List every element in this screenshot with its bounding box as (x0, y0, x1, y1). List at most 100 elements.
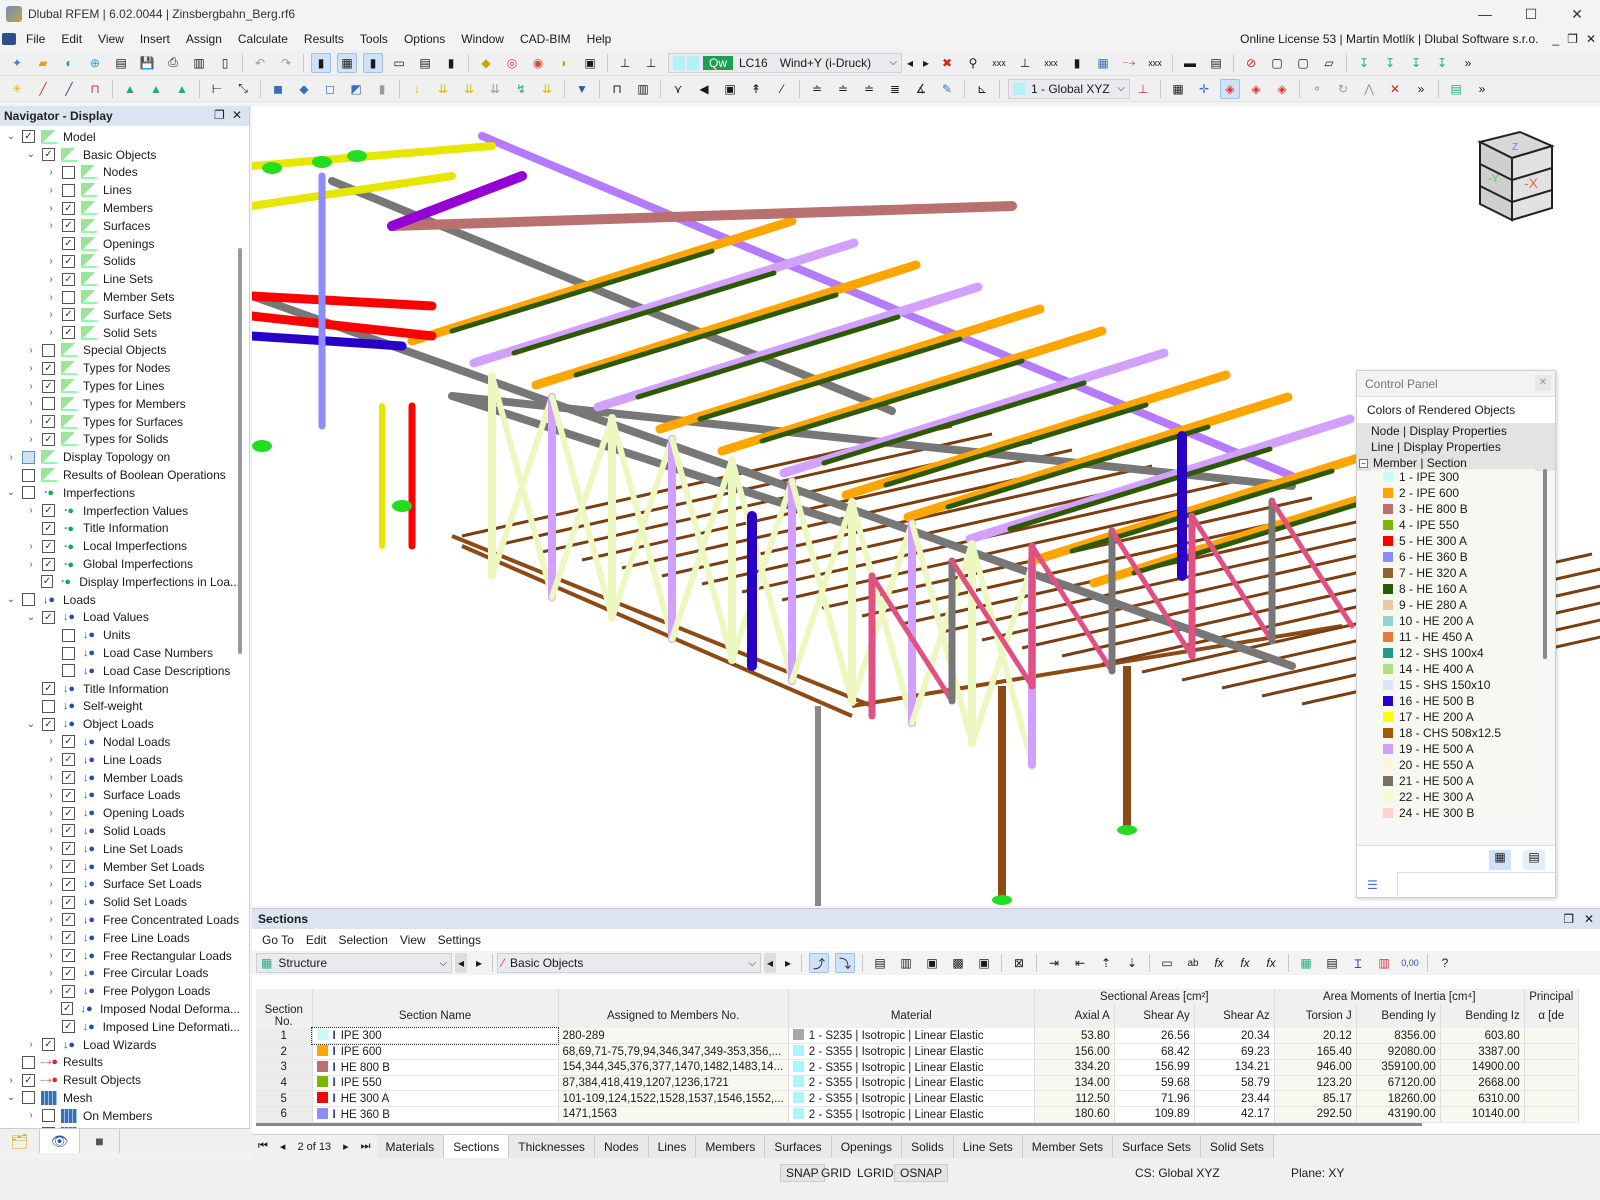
section-color-item[interactable]: 1 - IPE 300 (1371, 469, 1535, 485)
checkbox[interactable]: ✓ (42, 432, 55, 446)
cell-section-no[interactable]: 3 (256, 1059, 313, 1076)
snap-grid-icon[interactable]: ✛ (1194, 79, 1214, 99)
tree-item[interactable]: › ✓ ↓● Nodal Loads (0, 733, 240, 751)
checkbox[interactable]: ✓ (62, 895, 75, 909)
cell-alpha[interactable] (1524, 1106, 1579, 1123)
tree-item[interactable]: › ✓ Types for Solids (0, 431, 240, 449)
cell-torsion[interactable]: 85.17 (1274, 1090, 1357, 1107)
tree-item[interactable]: › Lines (0, 181, 240, 199)
cell-axial-area[interactable]: 112.50 (1034, 1090, 1115, 1107)
color-swatch[interactable] (1383, 520, 1393, 530)
move-icon[interactable]: ⚬ (1307, 79, 1327, 99)
cell-torsion[interactable]: 20.12 (1274, 1028, 1357, 1045)
load-surface-icon[interactable]: ▦ (1093, 53, 1113, 73)
table-view-1-icon[interactable]: ▤ (870, 953, 890, 973)
color-swatch[interactable] (1383, 792, 1393, 802)
cell-bending-y[interactable]: 18260.00 (1356, 1090, 1441, 1107)
cell-bending-z[interactable]: 2668.00 (1440, 1075, 1525, 1092)
chevron-right-icon[interactable]: › (46, 309, 56, 320)
select-box-icon[interactable]: ▣ (580, 53, 600, 73)
chevron-right-icon[interactable]: › (46, 790, 56, 801)
move-down-icon[interactable]: ⇣ (1122, 953, 1142, 973)
control-panel-scrollbar[interactable] (1543, 469, 1547, 659)
checkbox[interactable]: ✓ (61, 1002, 74, 1016)
dimension-icon[interactable]: ⊢ (207, 79, 227, 99)
view-z-icon[interactable]: ↧ (1406, 53, 1426, 73)
cell-torsion[interactable]: 292.50 (1274, 1106, 1357, 1123)
excel-export-icon[interactable]: ▦ (1296, 953, 1316, 973)
color-swatch[interactable] (1383, 536, 1393, 546)
deform-icon[interactable]: ⋎ (668, 79, 688, 99)
line-load-icon[interactable]: ⇊ (459, 79, 479, 99)
tree-item[interactable]: › ✓ ↓● Line Loads (0, 751, 240, 769)
close-button[interactable]: ✕ (1554, 0, 1600, 28)
tab-lines[interactable]: Lines (648, 1135, 697, 1158)
chevron-right-icon[interactable]: › (46, 220, 56, 231)
nodal-load-icon[interactable]: ↓ (407, 79, 427, 99)
checkbox[interactable]: ✓ (42, 682, 55, 696)
chevron-right-icon[interactable]: › (46, 808, 56, 819)
delete-rows-icon[interactable]: ⊠ (1009, 953, 1029, 973)
arrow-up-icon[interactable]: ↟ (746, 79, 766, 99)
checkbox[interactable]: ✓ (42, 379, 55, 393)
cell-torsion[interactable]: 123.20 (1274, 1075, 1357, 1092)
cell-section-name[interactable]: I HE 300 A (312, 1090, 559, 1107)
cell-shear-area-z[interactable]: 58.79 (1194, 1075, 1275, 1092)
cell-bending-z[interactable]: 14900.00 (1440, 1059, 1525, 1076)
workplane-xz-icon[interactable]: ◈ (1272, 79, 1292, 99)
tree-item[interactable]: ↓● Load Case Numbers (0, 644, 240, 662)
section-color-item[interactable]: 24 - HE 300 B (1371, 805, 1535, 821)
decimal-places-icon[interactable]: 0,00 (1400, 953, 1420, 973)
tree-item[interactable]: › ✓ ↓● Load Wizards (0, 1036, 240, 1054)
frame-icon[interactable]: ⊓ (607, 79, 627, 99)
chevron-right-icon[interactable]: › (46, 932, 56, 943)
cell-material[interactable]: 2 - S355 | Isotropic | Linear Elastic (788, 1090, 1035, 1107)
load-prev-icon[interactable]: ⊥ (615, 53, 635, 73)
select-circle-icon[interactable]: ◉ (528, 53, 548, 73)
solid-icon[interactable]: ◆ (294, 79, 314, 99)
align-1-icon[interactable]: ≐ (807, 79, 827, 99)
checkbox[interactable]: ✓ (42, 361, 55, 375)
checkbox[interactable]: ✓ (62, 913, 75, 927)
menu-calculate[interactable]: Calculate (230, 32, 296, 46)
cell-assigned-members[interactable]: 280-289 (558, 1028, 789, 1045)
group-node-display[interactable]: Node | Display Properties (1357, 423, 1555, 439)
load-solid-icon[interactable]: ▮ (1067, 53, 1087, 73)
checkbox[interactable] (22, 486, 35, 500)
save-icon[interactable]: 💾 (137, 53, 157, 73)
checkbox[interactable]: ✓ (42, 1038, 55, 1052)
cell-alpha[interactable] (1524, 1059, 1579, 1076)
calc-icon[interactable]: ▤ (1446, 79, 1466, 99)
section-browser-icon[interactable]: ▥ (1374, 953, 1394, 973)
tree-item[interactable]: › ✓ ꞏ● Local Imperfections (0, 537, 240, 555)
chevron-right-icon[interactable]: › (46, 274, 56, 285)
load-display-icon[interactable]: ⊥ (1015, 53, 1035, 73)
section-color-item[interactable]: 18 - CHS 508x12.5 (1371, 725, 1535, 741)
first-page-button[interactable]: ⏮ (252, 1135, 274, 1158)
delete-row-icon[interactable]: ⇤ (1070, 953, 1090, 973)
cell-shear-area-y[interactable]: 156.99 (1114, 1059, 1195, 1076)
table-view-2-icon[interactable]: ▥ (896, 953, 916, 973)
checkbox[interactable] (62, 664, 75, 678)
more-tools-3-icon[interactable]: » (1472, 79, 1492, 99)
grid-frame-icon[interactable]: ▥ (633, 79, 653, 99)
table-horizontal-scrollbar[interactable] (256, 1123, 1422, 1126)
checkbox[interactable]: ✓ (62, 308, 75, 322)
cell-assigned-members[interactable]: 1471,1563 (558, 1106, 789, 1123)
formula-3-icon[interactable]: fx (1261, 953, 1281, 973)
nodal-support-icon[interactable]: ▲ (120, 79, 140, 99)
load-next-icon[interactable]: ⊥ (641, 53, 661, 73)
section-properties-icon[interactable]: Ɪ (1348, 953, 1368, 973)
cell-section-name[interactable]: I IPE 600 (312, 1043, 559, 1060)
member-load-icon[interactable]: ⇊ (433, 79, 453, 99)
checkbox[interactable]: ✓ (42, 610, 55, 624)
table-view-4-icon[interactable]: ▩ (948, 953, 968, 973)
formula-2-icon[interactable]: fx (1235, 953, 1255, 973)
tab-nodes[interactable]: Nodes (594, 1135, 649, 1158)
filter2-prev-button[interactable]: ◂ (764, 953, 776, 973)
tree-item[interactable]: › ✓ ↓● Free Rectangular Loads (0, 947, 240, 965)
move-up-icon[interactable]: ⇡ (1096, 953, 1116, 973)
menu-edit[interactable]: Edit (302, 933, 335, 947)
color-swatch[interactable] (1383, 584, 1393, 594)
doc-minimize-button[interactable]: _ (1548, 32, 1563, 46)
